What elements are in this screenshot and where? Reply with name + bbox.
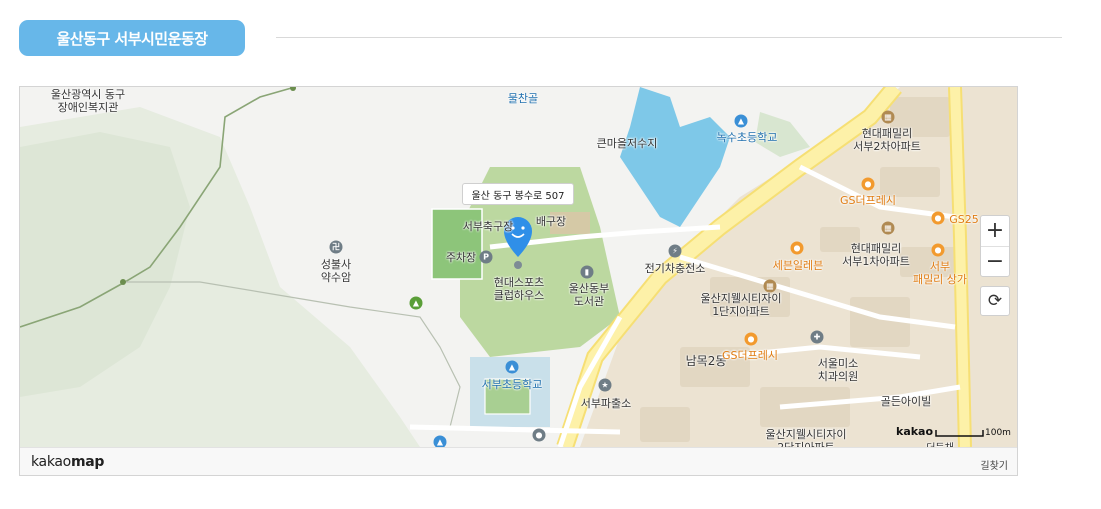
label-reservoir: 큰마을저수지 (596, 137, 658, 150)
label-ev-station: 전기차충전소 (644, 262, 706, 275)
label-seoul-dental: 서울미소 치과의원 (817, 357, 859, 383)
temple-icon: 卍 (329, 240, 343, 254)
title-divider (276, 37, 1062, 38)
label-seobu-soccer: 서부축구장 (462, 220, 514, 233)
apartment-icon: ▦ (881, 110, 895, 124)
police-icon: ★ (598, 378, 612, 392)
parking-icon: P (479, 250, 493, 264)
school-icon: ▲ (505, 360, 519, 374)
ev-charger-icon: ⚡ (668, 244, 682, 258)
label-wellcity-1: 울산지웰시티자이 1단지아파트 (700, 292, 782, 318)
page-title: 울산동구 서부시민운동장 (19, 20, 245, 56)
label-nammok: 남목2동 (685, 354, 727, 368)
label-gs25: GS25 (949, 213, 979, 226)
apartment-icon: ▦ (881, 221, 895, 235)
label-gs-fresh-1: GS더프레시 (840, 194, 896, 207)
label-welfare: 울산광역시 동구 장애인복지관 (50, 88, 126, 114)
store-icon: ● (861, 177, 875, 191)
label-seobu-family-mall: 서부 패밀리 상가 (912, 260, 968, 286)
label-gs-fresh-2: GS더프레시 (722, 349, 778, 362)
store-icon: ● (931, 211, 945, 225)
map-footer: kakaomap 길찾기 (20, 447, 1017, 475)
directions-link[interactable]: 길찾기 (980, 457, 1008, 472)
label-golden: 골든아이빌 (880, 395, 932, 408)
scale-logo: kakao (896, 425, 934, 438)
apartment-icon: ▦ (763, 279, 777, 293)
label-seobu-elem: 서부초등학교 (481, 378, 543, 391)
store-icon: ● (790, 241, 804, 255)
address-bubble[interactable]: 울산 동구 봉수로 507 (462, 183, 574, 205)
map-widget[interactable]: 卍 P ▲ ▲ ▲ ▮ ⚡ ★ ✚ ● ▲ ▦ ▦ ▦ ● ● ● ● ● 울산… (19, 86, 1018, 476)
label-police: 서부파출소 (580, 397, 632, 410)
label-mulchangol: 물찬골 (507, 92, 539, 105)
dental-icon: ✚ (810, 330, 824, 344)
zoom-in-button[interactable]: + (981, 216, 1009, 247)
label-temple: 성불사 약수암 (320, 258, 352, 284)
label-family1: 현대패밀리 서부1차아파트 (842, 242, 910, 268)
label-family2: 현대패밀리 서부2차아파트 (853, 127, 921, 153)
library-icon: ▮ (580, 265, 594, 279)
mountain-icon: ▲ (409, 296, 423, 310)
store-icon: ● (931, 243, 945, 257)
label-library: 울산동부 도서관 (568, 282, 610, 308)
reset-view-button[interactable]: ⟳ (980, 286, 1010, 316)
label-seven-eleven: 세븐일레븐 (772, 259, 824, 272)
scale-value: 100m (985, 428, 1011, 438)
trail-point (120, 279, 126, 285)
pin-icon: ● (532, 428, 546, 442)
kakaomap-logo[interactable]: kakaomap (31, 454, 104, 470)
school-icon: ▲ (734, 114, 748, 128)
label-volleyball: 배구장 (535, 215, 567, 228)
zoom-controls: + − (980, 215, 1010, 277)
label-sports-club: 현대스포츠 클럽하우스 (493, 276, 545, 302)
label-noksu-school: 녹수초등학교 (716, 131, 778, 144)
label-parking: 주차장 (445, 251, 477, 264)
zoom-out-button[interactable]: − (981, 247, 1009, 277)
scale-bar (935, 430, 984, 437)
store-icon: ● (744, 332, 758, 346)
